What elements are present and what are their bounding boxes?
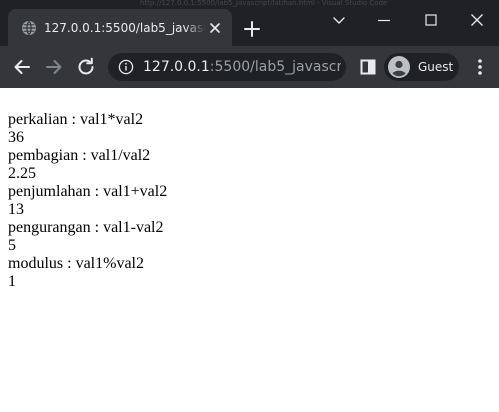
output-line: 13 <box>8 201 24 218</box>
url-text[interactable]: 127.0.0.1:5500/lab5_javascript/latihan.h… <box>143 53 341 81</box>
forward-arrow-icon[interactable] <box>42 55 66 79</box>
maximize-icon[interactable] <box>419 8 443 32</box>
reload-icon[interactable] <box>74 55 98 79</box>
window-title: http://127.0.0.1:5500/lab5_javascript/la… <box>140 0 388 7</box>
page-content: perkalian : val1*val2 36 pembagian : val… <box>0 88 499 412</box>
output-line: 1 <box>8 273 16 290</box>
back-arrow-icon[interactable] <box>10 55 34 79</box>
profile-label: Guest <box>418 60 454 74</box>
output-line: pengurangan : val1-val2 <box>8 219 164 236</box>
more-menu-icon[interactable] <box>468 55 492 79</box>
url-path: :5500/lab5_javascript/latihan.html <box>209 59 341 75</box>
output-line: pembagian : val1/val2 <box>8 147 151 164</box>
calculation-output: perkalian : val1*val2 36 pembagian : val… <box>8 111 488 291</box>
browser-tab[interactable]: 127.0.0.1:5500/lab5_javascript/latihan.h… <box>8 9 232 46</box>
new-tab-icon[interactable] <box>243 20 261 38</box>
address-bar[interactable]: 127.0.0.1:5500/lab5_javascript/latihan.h… <box>108 53 346 81</box>
side-panel-icon[interactable] <box>356 55 380 79</box>
site-info-icon[interactable] <box>118 59 134 75</box>
close-tab-icon[interactable] <box>207 20 223 36</box>
tab-title-fade <box>184 18 206 38</box>
close-window-icon[interactable] <box>465 8 489 32</box>
tab-search-chevron-down-icon[interactable] <box>327 8 351 32</box>
browser-toolbar: 127.0.0.1:5500/lab5_javascript/latihan.h… <box>0 46 499 88</box>
output-line: modulus : val1%val2 <box>8 255 144 272</box>
profile-button[interactable]: Guest <box>384 53 459 81</box>
browser-titlebar: http://127.0.0.1:5500/lab5_javascript/la… <box>0 0 499 46</box>
url-host: 127.0.0.1 <box>143 59 210 75</box>
output-line: penjumlahan : val1+val2 <box>8 183 168 200</box>
output-line: 2.25 <box>8 165 36 182</box>
minimize-icon[interactable] <box>372 8 396 32</box>
globe-icon <box>22 21 36 35</box>
output-line: perkalian : val1*val2 <box>8 111 144 128</box>
output-line: 36 <box>8 129 24 146</box>
tab-title: 127.0.0.1:5500/lab5_javascript/latihan.h… <box>44 21 206 35</box>
output-line: 5 <box>8 237 16 254</box>
avatar-icon <box>388 56 410 78</box>
